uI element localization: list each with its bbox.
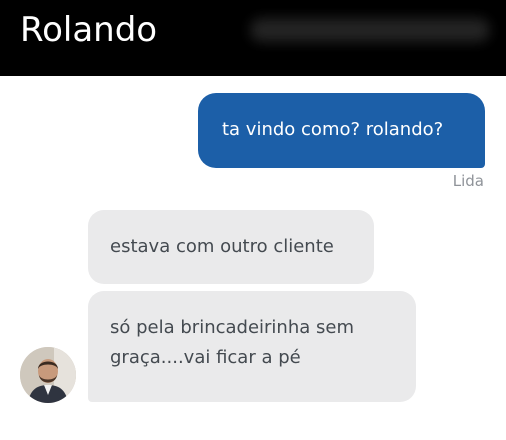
contact-name[interactable]: Rolando bbox=[20, 10, 157, 50]
message-bubble-incoming[interactable]: estava com outro cliente bbox=[88, 210, 374, 284]
message-text: ta vindo como? rolando? bbox=[222, 119, 444, 140]
message-bubble-outgoing[interactable]: ta vindo como? rolando? bbox=[198, 93, 485, 168]
person-photo-icon bbox=[20, 347, 76, 403]
redacted-info bbox=[250, 18, 490, 42]
message-line: graça....vai ficar a pé bbox=[110, 347, 301, 368]
read-status: Lida bbox=[452, 172, 484, 190]
message-text: só pela brincadeirinha sem graça....vai … bbox=[110, 313, 354, 373]
chat-header: Rolando bbox=[0, 0, 506, 76]
message-line: só pela brincadeirinha sem bbox=[110, 317, 354, 338]
message-text: estava com outro cliente bbox=[110, 236, 334, 257]
avatar[interactable] bbox=[20, 347, 76, 403]
message-bubble-incoming[interactable]: só pela brincadeirinha sem graça....vai … bbox=[88, 291, 416, 402]
